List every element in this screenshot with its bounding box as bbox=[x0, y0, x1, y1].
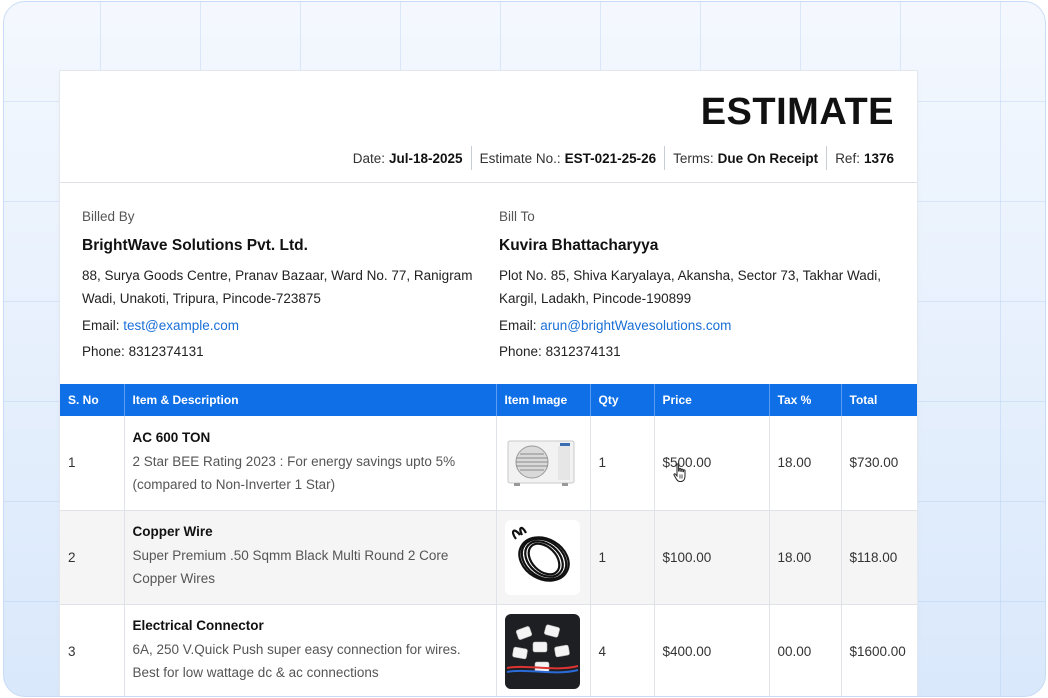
cell-item: AC 600 TON 2 Star BEE Rating 2023 : For … bbox=[124, 416, 497, 511]
item-name: AC 600 TON bbox=[132, 429, 211, 445]
item-description: 2 Star BEE Rating 2023 : For energy savi… bbox=[132, 453, 456, 492]
item-description: 6A, 250 V.Quick Push super easy connecti… bbox=[132, 642, 461, 680]
meta-ref: Ref: 1376 bbox=[826, 146, 894, 170]
estimate-document: ESTIMATE Date: Jul-18-2025 Estimate No.:… bbox=[60, 71, 917, 696]
cell-price: $400.00 bbox=[654, 604, 770, 696]
cell-qty: 1 bbox=[590, 416, 655, 511]
bill-to-phone: 8312374131 bbox=[545, 344, 621, 359]
billed-by-address: 88, Surya Goods Centre, Pranav Bazaar, W… bbox=[82, 268, 473, 306]
billed-by-phone-line: Phone: 8312374131 bbox=[82, 339, 482, 365]
cell-sno: 1 bbox=[60, 416, 125, 511]
document-title: ESTIMATE bbox=[700, 91, 894, 133]
col-header-tax: Tax % bbox=[769, 384, 842, 416]
cell-tax: 18.00 bbox=[769, 510, 842, 605]
bill-to: Bill To Kuvira Bhattacharyya Plot No. 85… bbox=[499, 209, 899, 365]
bill-to-label: Bill To bbox=[499, 209, 535, 224]
cell-price: $100.00 bbox=[654, 510, 770, 605]
black-wire-coil-image bbox=[504, 519, 580, 595]
table-row: 1 AC 600 TON 2 Star BEE Rating 2023 : Fo… bbox=[60, 416, 917, 511]
cell-price: $500.00 bbox=[654, 416, 770, 511]
meta-ref-label: Ref: bbox=[835, 150, 860, 166]
meta-estimate-no: Estimate No.: EST-021-25-26 bbox=[470, 146, 665, 170]
air-conditioner-image bbox=[504, 425, 580, 501]
billed-by-label: Billed By bbox=[82, 209, 135, 224]
meta-terms-value: Due On Receipt bbox=[717, 150, 819, 166]
item-name: Copper Wire bbox=[132, 524, 213, 539]
col-header-sno: S. No bbox=[60, 384, 125, 416]
billed-by: Billed By BrightWave Solutions Pvt. Ltd.… bbox=[82, 209, 482, 365]
meta-estimate-no-value: EST-021-25-26 bbox=[564, 150, 657, 166]
meta-date: Date: Jul-18-2025 bbox=[345, 146, 471, 170]
cell-image bbox=[496, 510, 591, 605]
background-frame: ESTIMATE Date: Jul-18-2025 Estimate No.:… bbox=[3, 1, 1046, 697]
cell-tax: 00.00 bbox=[769, 604, 842, 696]
cell-total: $1600.00 bbox=[841, 604, 917, 696]
table-row: 2 Copper Wire Super Premium .50 Sqmm Bla… bbox=[60, 510, 917, 605]
meta-date-label: Date: bbox=[352, 150, 386, 166]
cell-sno: 2 bbox=[60, 510, 125, 605]
estimate-meta: Date: Jul-18-2025 Estimate No.: EST-021-… bbox=[345, 146, 894, 170]
document-header: ESTIMATE Date: Jul-18-2025 Estimate No.:… bbox=[60, 71, 917, 183]
table-row: 3 Electrical Connector 6A, 250 V.Quick P… bbox=[60, 604, 917, 696]
cell-qty: 1 bbox=[590, 510, 655, 605]
bill-to-phone-label: Phone: bbox=[499, 344, 542, 359]
cell-item: Electrical Connector 6A, 250 V.Quick Pus… bbox=[124, 604, 497, 696]
col-header-qty: Qty bbox=[590, 384, 655, 416]
billed-by-phone: 8312374131 bbox=[128, 344, 204, 359]
cell-total: $730.00 bbox=[841, 416, 917, 511]
push-connectors-image bbox=[504, 613, 580, 689]
meta-terms-label: Terms: bbox=[673, 150, 714, 166]
col-header-image: Item Image bbox=[496, 384, 591, 416]
bill-to-email-link[interactable]: arun@brightWavesolutions.com bbox=[540, 318, 731, 333]
cell-sno: 3 bbox=[60, 604, 125, 696]
billed-by-email-line: Email: test@example.com bbox=[82, 313, 482, 339]
col-header-total: Total bbox=[841, 384, 917, 416]
cell-image bbox=[496, 604, 591, 696]
items-table: S. No Item & Description Item Image Qty … bbox=[60, 384, 917, 696]
parties-section: Billed By BrightWave Solutions Pvt. Ltd.… bbox=[60, 183, 917, 482]
table-header-row: S. No Item & Description Item Image Qty … bbox=[60, 384, 917, 416]
bill-to-email-label: Email: bbox=[499, 318, 537, 333]
billed-by-email-label: Email: bbox=[82, 318, 120, 333]
billed-by-phone-label: Phone: bbox=[82, 344, 125, 359]
cell-image bbox=[496, 416, 591, 511]
bill-to-name: Kuvira Bhattacharyya bbox=[499, 237, 659, 254]
cell-total: $118.00 bbox=[841, 510, 917, 605]
meta-ref-value: 1376 bbox=[863, 150, 894, 166]
cell-item: Copper Wire Super Premium .50 Sqmm Black… bbox=[124, 510, 497, 605]
bill-to-address: Plot No. 85, Shiva Karyalaya, Akansha, S… bbox=[499, 268, 881, 306]
cell-tax: 18.00 bbox=[769, 416, 842, 511]
item-description: Super Premium .50 Sqmm Black Multi Round… bbox=[132, 548, 449, 586]
col-header-price: Price bbox=[654, 384, 770, 416]
bill-to-email-line: Email: arun@brightWavesolutions.com bbox=[499, 313, 899, 339]
meta-date-value: Jul-18-2025 bbox=[389, 150, 463, 166]
cell-qty: 4 bbox=[590, 604, 655, 696]
billed-by-name: BrightWave Solutions Pvt. Ltd. bbox=[82, 237, 308, 254]
meta-estimate-no-label: Estimate No.: bbox=[479, 150, 561, 166]
col-header-item: Item & Description bbox=[124, 384, 497, 416]
billed-by-email-link[interactable]: test@example.com bbox=[123, 318, 239, 333]
meta-terms: Terms: Due On Receipt bbox=[664, 146, 826, 170]
item-name: Electrical Connector bbox=[132, 618, 264, 633]
bill-to-phone-line: Phone: 8312374131 bbox=[499, 339, 899, 365]
